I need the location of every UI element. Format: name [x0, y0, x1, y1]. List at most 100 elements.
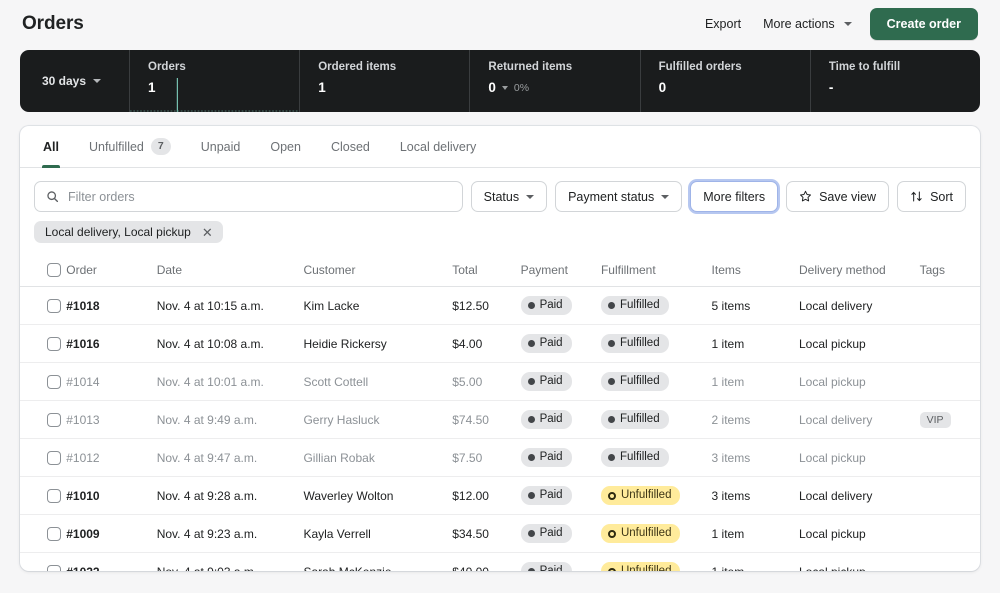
cell-tags [919, 362, 980, 401]
table-row[interactable]: #1010 Nov. 4 at 9:28 a.m. Waverley Wolton $… [20, 476, 980, 515]
payment-status-label: Paid [539, 565, 563, 571]
order-number[interactable]: #1012 [66, 451, 99, 465]
tab-unfulfilled[interactable]: Unfulfilled 7 [74, 126, 186, 167]
row-checkbox[interactable] [47, 450, 61, 465]
table-row[interactable]: #1009 Nov. 4 at 9:23 a.m. Kayla Verrell $34… [20, 514, 980, 553]
status-ring-icon [607, 491, 616, 500]
cell-items: 1 item [711, 514, 799, 553]
stat-value-row: - [829, 80, 980, 95]
table-row[interactable]: #1016 Nov. 4 at 10:08 a.m. Heidie Rickersy… [20, 324, 980, 363]
table-row[interactable]: #1022 Nov. 4 at 9:03 a.m.Sarah McKenzie$4… [20, 552, 980, 572]
stat-card-returned-items[interactable]: Returned items 0 0% [470, 50, 641, 112]
close-icon[interactable]: ✕ [202, 226, 213, 239]
order-number[interactable]: #1014 [66, 375, 99, 389]
order-number[interactable]: #1022 [66, 565, 99, 572]
cell-fulfillment: Unfulfilled [600, 514, 712, 553]
cell-date: Nov. 4 at 9:23 a.m. [156, 514, 304, 553]
cell-date: Nov. 4 at 9:28 a.m. [156, 476, 304, 515]
row-checkbox[interactable] [47, 564, 61, 571]
cell-total: $12.50 [452, 286, 521, 325]
cell-total: $34.50 [452, 514, 521, 553]
order-number[interactable]: #1009 [66, 527, 99, 541]
cell-items: 2 items [711, 400, 799, 439]
column-header-fulfillment[interactable]: Fulfillment [600, 255, 712, 287]
status-dot-icon [527, 492, 535, 499]
payment-status-badge: Paid [520, 372, 572, 391]
tab-label: Open [270, 139, 301, 154]
row-checkbox[interactable] [47, 526, 61, 541]
fulfillment-status-badge: Unfulfilled [600, 524, 681, 543]
payment-status-label: Paid [539, 337, 563, 349]
cell-total: $4.00 [452, 324, 521, 363]
order-tabs: All Unfulfilled 7 Unpaid Open Closed Loc… [20, 126, 980, 168]
row-checkbox[interactable] [47, 298, 61, 313]
order-number[interactable]: #1018 [66, 299, 99, 313]
stat-value: 0 [658, 80, 667, 95]
stat-card-fulfilled-orders[interactable]: Fulfilled orders 0 [641, 50, 811, 112]
row-select-cell [20, 324, 67, 363]
status-filter-button[interactable]: Status [470, 181, 548, 212]
row-checkbox[interactable] [47, 412, 61, 427]
column-header-order[interactable]: Order [66, 255, 157, 287]
cell-customer: Heidie Rickersy [303, 324, 453, 363]
payment-status-filter-label: Payment status [568, 189, 655, 204]
cell-delivery-method: Local pickup [798, 362, 920, 401]
table-row[interactable]: #1013 Nov. 4 at 9:49 a.m. Gerry Hasluck $74… [20, 400, 980, 439]
cell-delivery-method: Local pickup [798, 324, 920, 363]
cell-order: #1022 [66, 552, 157, 572]
row-checkbox[interactable] [47, 374, 61, 389]
stat-card-ordered-items[interactable]: Ordered items 1 [300, 50, 471, 112]
tab-all[interactable]: All [28, 126, 74, 168]
tab-open[interactable]: Open [255, 126, 316, 167]
column-header-date[interactable]: Date [156, 255, 304, 287]
table-row[interactable]: #1018 Nov. 4 at 10:15 a.m. Kim Lacke $12.50… [20, 286, 980, 325]
table-row[interactable]: #1014 Nov. 4 at 10:01 a.m. Scott Cottell $5… [20, 362, 980, 401]
status-dot-icon [527, 302, 535, 309]
search-input-wrapper[interactable] [34, 181, 463, 212]
tab-unpaid[interactable]: Unpaid [186, 126, 256, 167]
order-number[interactable]: #1016 [66, 337, 99, 351]
cell-items: 3 items [711, 438, 799, 477]
date-range-selector[interactable]: 30 days [20, 50, 130, 112]
order-number[interactable]: #1010 [66, 489, 99, 503]
stat-card-orders[interactable]: Orders 1 [130, 50, 301, 112]
cell-items: 1 item [711, 324, 799, 363]
status-dot-icon [527, 454, 535, 461]
select-all-checkbox[interactable] [47, 263, 61, 277]
applied-filter-chip[interactable]: Local delivery, Local pickup ✕ [34, 221, 223, 243]
chevron-down-icon [93, 79, 102, 83]
search-input[interactable] [68, 189, 451, 204]
cell-tags [919, 286, 980, 325]
table-row[interactable]: #1012 Nov. 4 at 9:47 a.m. Gillian Robak $7.… [20, 438, 980, 477]
row-checkbox[interactable] [47, 336, 61, 351]
save-view-button[interactable]: Save view [786, 181, 890, 212]
sort-button[interactable]: Sort [897, 181, 966, 212]
cell-order: #1014 [66, 362, 157, 401]
cell-customer: Kim Lacke [303, 286, 453, 325]
column-header-delivery-method[interactable]: Delivery method [798, 255, 920, 287]
cell-payment: Paid [520, 476, 601, 515]
more-filters-button[interactable]: More filters [690, 181, 779, 212]
cell-fulfillment: Fulfilled [600, 438, 712, 477]
chevron-down-icon [526, 194, 535, 199]
payment-status-filter-button[interactable]: Payment status [555, 181, 683, 212]
create-order-button[interactable]: Create order [869, 8, 978, 40]
order-number[interactable]: #1013 [66, 413, 99, 427]
cell-delivery-method: Local pickup [798, 552, 920, 571]
stat-card-time-to-fulfill[interactable]: Time to fulfill - [811, 50, 980, 112]
cell-tags: VIP [919, 400, 980, 439]
column-header-items[interactable]: Items [711, 255, 799, 287]
status-dot-icon [607, 378, 615, 385]
applied-filter-label: Local delivery, Local pickup [45, 225, 191, 239]
column-header-payment[interactable]: Payment [520, 255, 601, 287]
more-actions-button[interactable]: More actions [761, 11, 852, 37]
column-header-customer[interactable]: Customer [303, 255, 453, 287]
column-header-total[interactable]: Total [452, 255, 521, 287]
payment-status-label: Paid [539, 489, 563, 501]
cell-date: Nov. 4 at 9:47 a.m. [156, 438, 304, 477]
tab-closed[interactable]: Closed [316, 126, 385, 167]
column-header-tags[interactable]: Tags [919, 255, 980, 287]
tab-local-delivery[interactable]: Local delivery [385, 126, 491, 167]
row-checkbox[interactable] [47, 488, 61, 503]
export-button[interactable]: Export [703, 11, 743, 37]
